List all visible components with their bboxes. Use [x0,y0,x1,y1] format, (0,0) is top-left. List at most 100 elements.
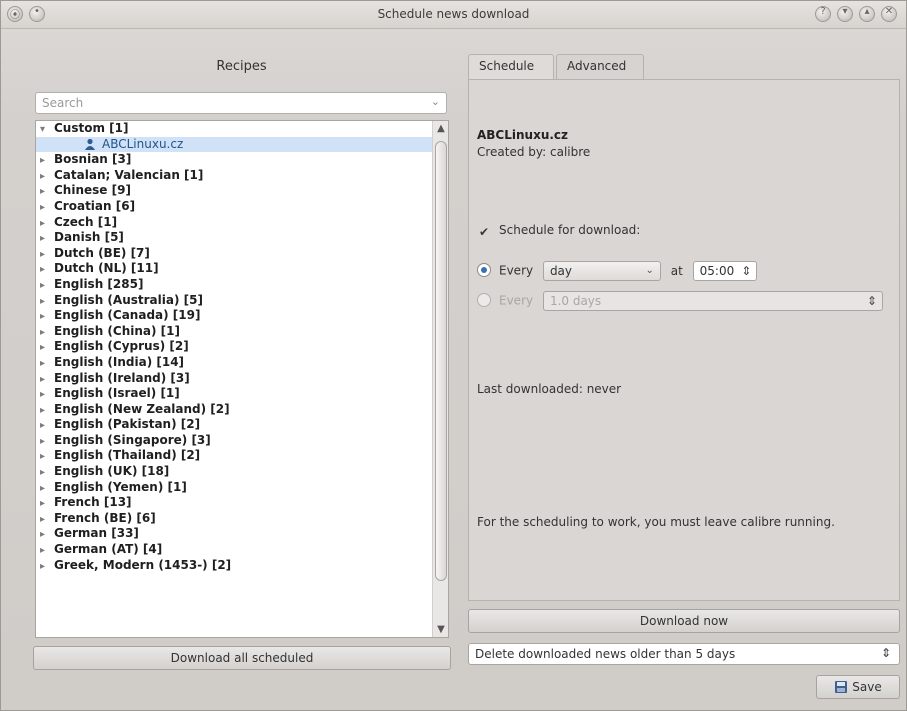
tree-item-label: Croatian [6] [54,198,136,213]
expand-arrow-icon[interactable]: ▸ [40,216,54,232]
tree-category-item[interactable]: ▸ English (India) [14] [36,355,432,371]
spin-arrows-icon[interactable]: ⇕ [881,646,891,660]
tree-item-label: English (Thailand) [2] [54,448,201,463]
day-select[interactable]: day ⌄ [542,261,661,281]
recipe-tree[interactable]: ▾ Custom [1] ABCLinuxu.cz ▸ Bosnian [3] ▸ Cata… [35,120,449,638]
expand-arrow-icon[interactable]: ▸ [40,294,54,310]
delete-old-news-spinbox[interactable]: Delete downloaded news older than 5 days… [468,643,900,665]
expand-arrow-icon[interactable]: ▸ [40,403,54,419]
tree-item-label: Catalan; Valencian [1] [54,167,204,182]
tree-category-item[interactable]: ▸ English (Thailand) [2] [36,448,432,464]
expand-arrow-icon[interactable]: ▸ [40,309,54,325]
tree-category-item[interactable]: ▸ Dutch (NL) [11] [36,261,432,277]
maximize-icon[interactable]: ▴ [859,6,875,22]
tree-category-item[interactable]: ▸ Bosnian [3] [36,152,432,168]
collapse-arrow-icon[interactable]: ▾ [40,122,54,138]
expand-arrow-icon[interactable]: ▸ [40,231,54,247]
expand-arrow-icon[interactable]: ▸ [40,356,54,372]
minimize-icon[interactable]: ▾ [837,6,853,22]
checkbox-check-icon[interactable]: ✔ [477,225,491,239]
search-placeholder: Search [42,96,84,110]
tree-item-label: Dutch (BE) [7] [54,245,150,260]
save-button[interactable]: Save [816,675,900,699]
tree-category-item[interactable]: ▸ English (New Zealand) [2] [36,402,432,418]
tree-category-item[interactable]: ▸ English [285] [36,277,432,293]
tree-category-item[interactable]: ▾ Custom [1] [36,121,432,137]
tree-scrollbar[interactable]: ▲ ▼ [432,121,448,637]
schedule-window: ⦿ • Schedule news download ? ▾ ▴ ✕ Recip… [0,0,907,711]
spin-arrows-icon[interactable]: ⇕ [741,262,751,280]
tree-category-item[interactable]: ▸ Danish [5] [36,230,432,246]
tree-category-item[interactable]: ▸ English (UK) [18] [36,464,432,480]
schedule-checkbox-row[interactable]: ✔ Schedule for download: [477,223,640,239]
expand-arrow-icon[interactable]: ▸ [40,340,54,356]
close-icon[interactable]: ✕ [881,6,897,22]
chevron-down-icon[interactable]: ⌄ [431,95,440,108]
expand-arrow-icon[interactable]: ▸ [40,465,54,481]
time-spinbox[interactable]: 05:00 ⇕ [692,261,758,281]
tree-item-label: English (Singapore) [3] [54,432,211,447]
every-day-radio[interactable] [477,262,491,277]
scroll-down-icon[interactable]: ▼ [433,624,448,635]
expand-arrow-icon[interactable]: ▸ [40,325,54,341]
delete-option-value: Delete downloaded news older than 5 days [475,647,736,661]
tree-category-item[interactable]: ▸ German [33] [36,526,432,542]
recipe-icon [85,138,95,150]
tree-item-label: German (AT) [4] [54,542,163,557]
tree-category-item[interactable]: ▸ English (Pakistan) [2] [36,417,432,433]
tree-category-item[interactable]: ▸ Dutch (BE) [7] [36,246,432,262]
tree-category-item[interactable]: ▸ English (Yemen) [1] [36,480,432,496]
expand-arrow-icon[interactable]: ▸ [40,434,54,450]
recipe-title: ABCLinuxu.cz [477,128,569,142]
tree-category-item[interactable]: ▸ French [13] [36,495,432,511]
tree-category-item[interactable]: ▸ Croatian [6] [36,199,432,215]
expand-arrow-icon[interactable]: ▸ [40,169,54,185]
tree-category-item[interactable]: ▸ Greek, Modern (1453-) [2] [36,558,432,574]
help-icon[interactable]: ? [815,6,831,22]
tree-category-item[interactable]: ▸ Chinese [9] [36,183,432,199]
tree-category-item[interactable]: ▸ French (BE) [6] [36,511,432,527]
tree-child-item[interactable]: ABCLinuxu.cz [36,136,432,153]
expand-arrow-icon[interactable]: ▸ [40,527,54,543]
tab-schedule[interactable]: Schedule [468,54,554,80]
tree-category-item[interactable]: ▸ English (China) [1] [36,324,432,340]
scroll-thumb[interactable] [435,141,447,581]
expand-arrow-icon[interactable]: ▸ [40,449,54,465]
expand-arrow-icon[interactable]: ▸ [40,418,54,434]
expand-arrow-icon[interactable]: ▸ [40,262,54,278]
download-now-button[interactable]: Download now [468,609,900,633]
expand-arrow-icon[interactable]: ▸ [40,372,54,388]
tree-item-label: English (Yemen) [1] [54,479,187,494]
download-all-scheduled-button[interactable]: Download all scheduled [33,646,451,670]
tree-category-item[interactable]: ▸ English (Israel) [1] [36,386,432,402]
tree-list: ▾ Custom [1] ABCLinuxu.cz ▸ Bosnian [3] ▸ Cata… [36,121,432,573]
tree-category-item[interactable]: ▸ Czech [1] [36,215,432,231]
tree-category-item[interactable]: ▸ English (Ireland) [3] [36,371,432,387]
search-input[interactable]: Search ⌄ [35,92,447,114]
expand-arrow-icon[interactable]: ▸ [40,247,54,263]
tree-item-label: English (Israel) [1] [54,386,180,401]
spin-arrows-icon[interactable]: ⇕ [867,292,877,310]
expand-arrow-icon[interactable]: ▸ [40,559,54,575]
expand-arrow-icon[interactable]: ▸ [40,387,54,403]
tree-category-item[interactable]: ▸ English (Cyprus) [2] [36,339,432,355]
tree-category-item[interactable]: ▸ English (Singapore) [3] [36,433,432,449]
every-interval-radio[interactable] [477,292,491,307]
at-label: at [670,263,683,278]
tree-category-item[interactable]: ▸ German (AT) [4] [36,542,432,558]
save-label: Save [852,680,882,694]
expand-arrow-icon[interactable]: ▸ [40,278,54,294]
expand-arrow-icon[interactable]: ▸ [40,496,54,512]
expand-arrow-icon[interactable]: ▸ [40,153,54,169]
tree-category-item[interactable]: ▸ English (Canada) [19] [36,308,432,324]
scroll-up-icon[interactable]: ▲ [433,123,448,134]
tab-advanced[interactable]: Advanced [556,54,644,80]
tree-category-item[interactable]: ▸ Catalan; Valencian [1] [36,168,432,184]
interval-spinbox[interactable]: 1.0 days ⇕ [542,291,883,311]
expand-arrow-icon[interactable]: ▸ [40,200,54,216]
expand-arrow-icon[interactable]: ▸ [40,512,54,528]
expand-arrow-icon[interactable]: ▸ [40,481,54,497]
expand-arrow-icon[interactable]: ▸ [40,184,54,200]
tree-category-item[interactable]: ▸ English (Australia) [5] [36,293,432,309]
expand-arrow-icon[interactable]: ▸ [40,543,54,559]
